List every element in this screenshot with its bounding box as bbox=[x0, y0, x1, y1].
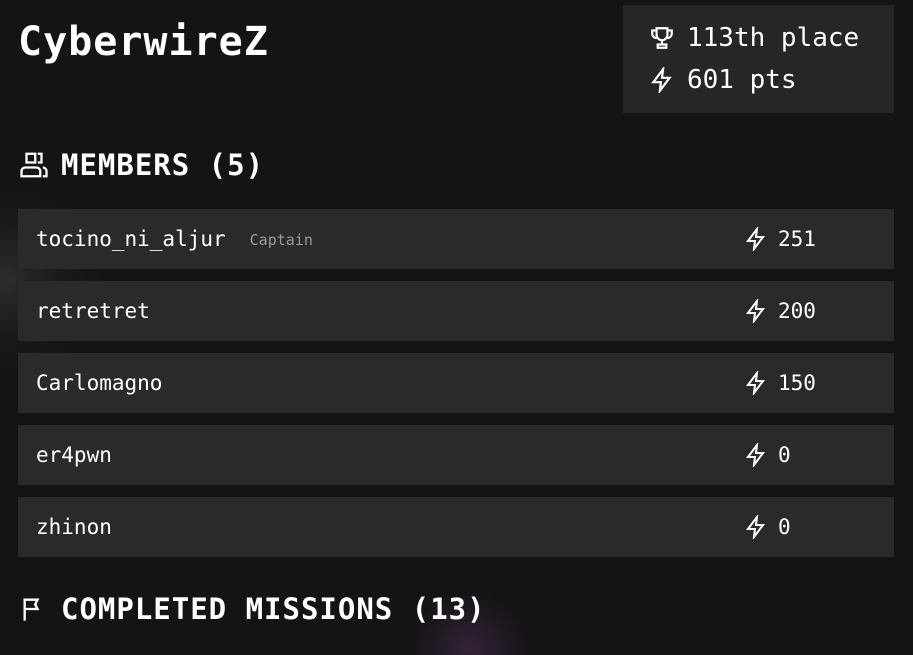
member-points-value: 251 bbox=[778, 227, 816, 251]
team-name: CyberwireZ bbox=[18, 19, 269, 65]
users-icon bbox=[18, 149, 50, 181]
member-points: 200 bbox=[744, 299, 816, 323]
member-name[interactable]: zhinon bbox=[36, 515, 112, 539]
bolt-icon bbox=[649, 67, 675, 93]
completed-missions-heading: COMPLETED MISSIONS (13) bbox=[18, 592, 486, 626]
member-name[interactable]: retretret bbox=[36, 299, 150, 323]
bolt-icon bbox=[744, 299, 768, 323]
flag-icon bbox=[18, 593, 50, 625]
member-points-value: 0 bbox=[778, 515, 791, 539]
members-heading: MEMBERS (5) bbox=[18, 148, 264, 182]
member-row[interactable]: retretret 200 bbox=[18, 281, 894, 341]
member-role-badge: Captain bbox=[249, 231, 313, 249]
member-points: 251 bbox=[744, 227, 816, 251]
member-row[interactable]: er4pwn 0 bbox=[18, 425, 894, 485]
member-points: 150 bbox=[744, 371, 816, 395]
member-row[interactable]: tocino_ni_aljur Captain 251 bbox=[18, 209, 894, 269]
member-points-value: 200 bbox=[778, 299, 816, 323]
member-points: 0 bbox=[744, 443, 791, 467]
members-heading-text: MEMBERS (5) bbox=[61, 148, 265, 182]
rank-stat: 113th place bbox=[649, 19, 894, 57]
bolt-icon bbox=[744, 371, 768, 395]
rank-text: 113th place bbox=[687, 23, 860, 53]
member-points-value: 150 bbox=[778, 371, 816, 395]
bolt-icon bbox=[744, 443, 768, 467]
member-name[interactable]: Carlomagno bbox=[36, 371, 162, 395]
member-row[interactable]: zhinon 0 bbox=[18, 497, 894, 557]
member-name[interactable]: er4pwn bbox=[36, 443, 112, 467]
points-text: 601 pts bbox=[687, 65, 797, 95]
member-points-value: 0 bbox=[778, 443, 791, 467]
member-name[interactable]: tocino_ni_aljur bbox=[36, 227, 226, 251]
bolt-icon bbox=[744, 515, 768, 539]
trophy-icon bbox=[649, 25, 675, 51]
member-row[interactable]: Carlomagno 150 bbox=[18, 353, 894, 413]
bolt-icon bbox=[744, 227, 768, 251]
team-stats-panel: 113th place 601 pts bbox=[623, 5, 894, 113]
completed-missions-heading-text: COMPLETED MISSIONS (13) bbox=[61, 592, 486, 626]
member-points: 0 bbox=[744, 515, 791, 539]
points-stat: 601 pts bbox=[649, 61, 894, 99]
